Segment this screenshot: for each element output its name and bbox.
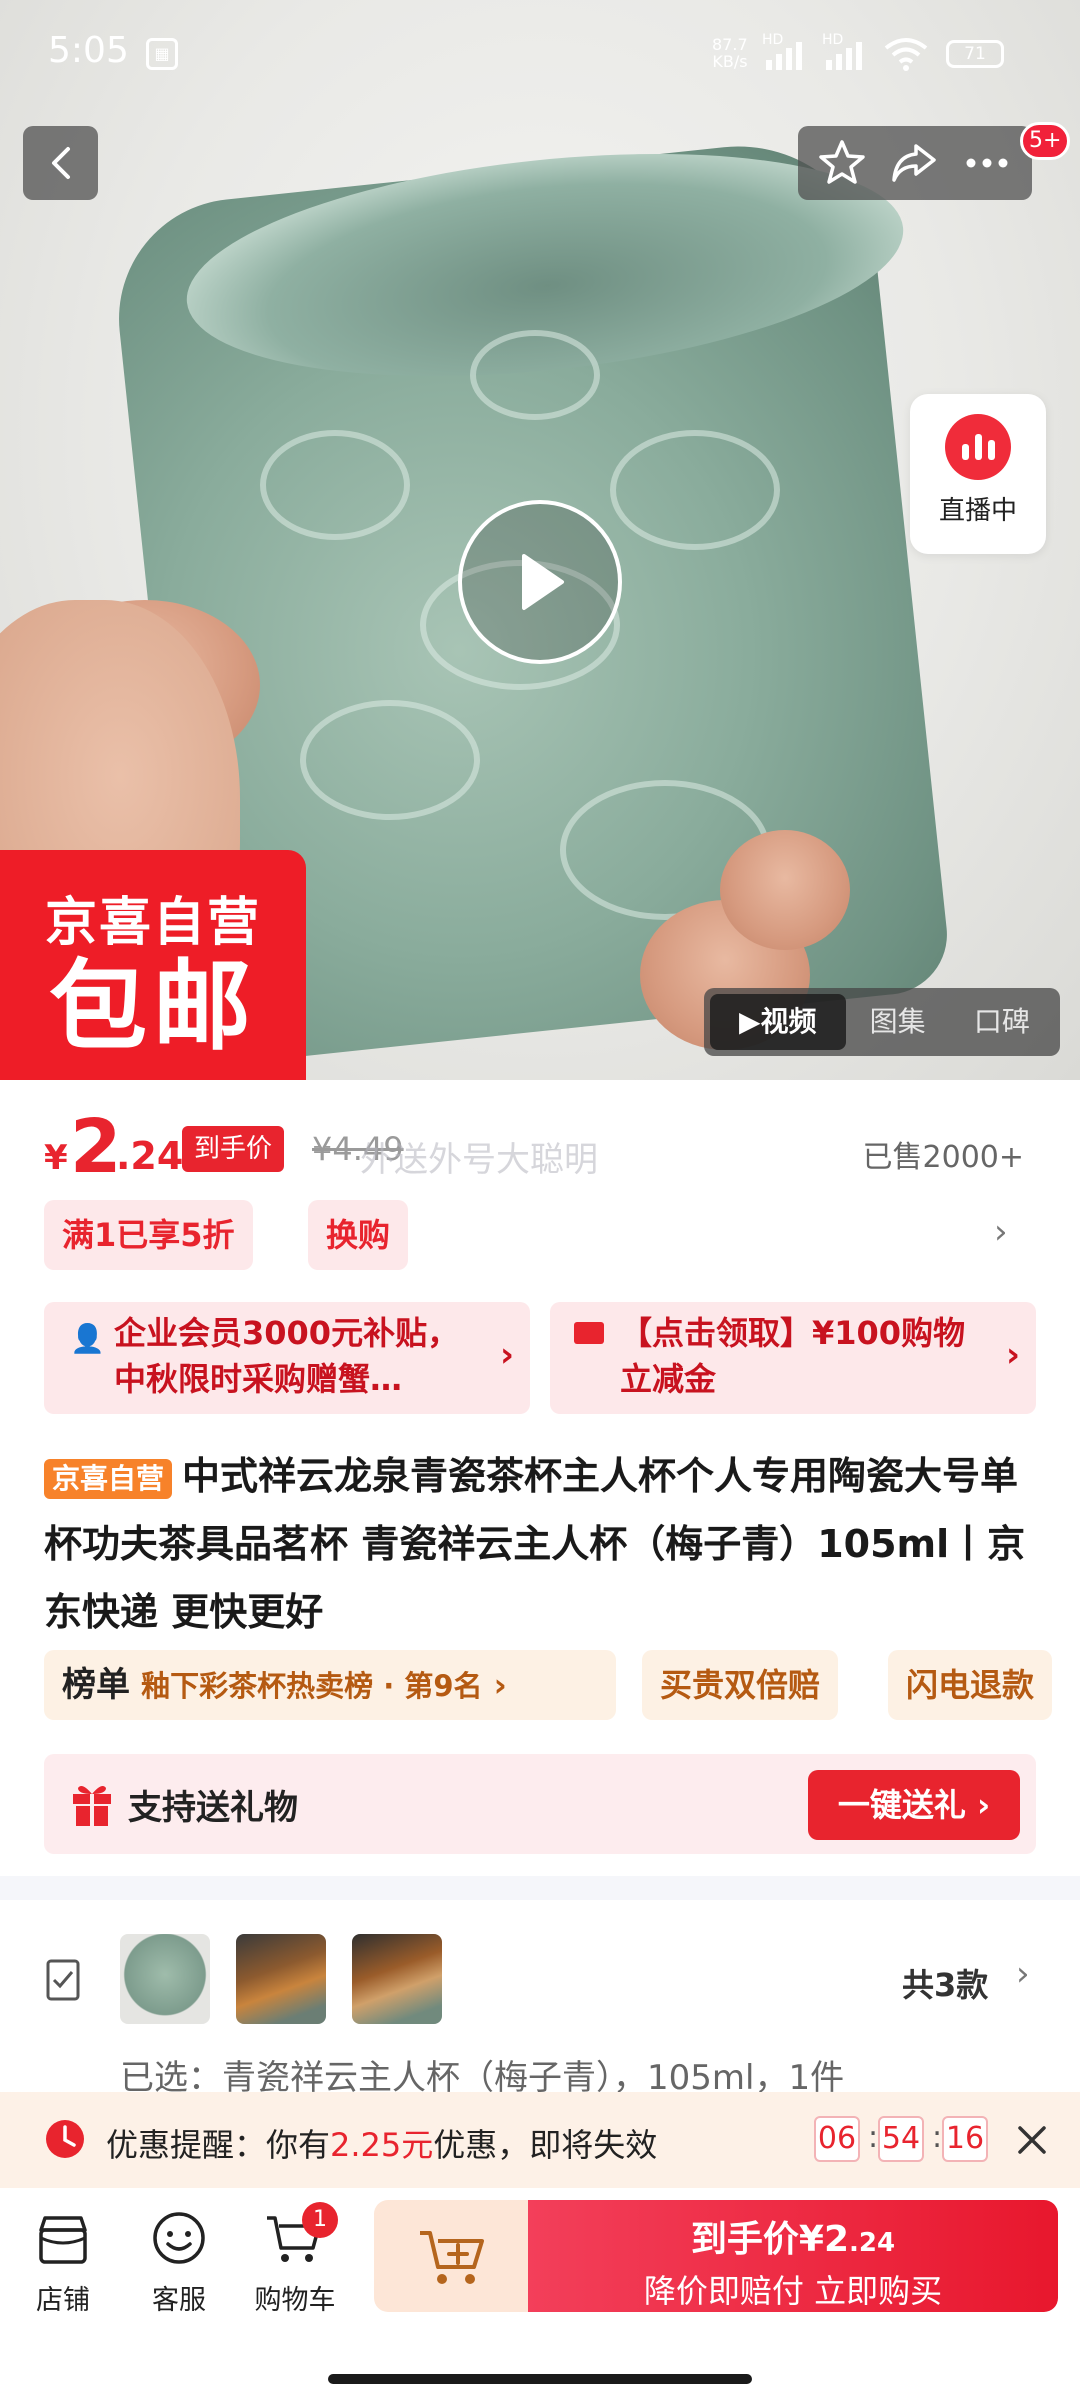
buy-now-button[interactable]: 到手价¥2.24 降价即赔付 立即购买 <box>528 2200 1058 2312</box>
card-icon <box>574 1322 604 1344</box>
add-to-cart-button[interactable] <box>374 2200 530 2312</box>
wifi-icon <box>884 38 928 71</box>
flash-refund-chip[interactable]: 闪电退款 <box>888 1650 1053 1720</box>
tab-reviews[interactable]: 口碑 <box>950 994 1054 1050</box>
share-icon[interactable] <box>888 138 940 188</box>
variant-thumb-1[interactable] <box>120 1934 210 2024</box>
coupon-enterprise[interactable]: 👤 企业会员3000元补贴，中秋限时采购赠蟹… › <box>44 1302 530 1414</box>
promo-line1: 京喜自营 <box>44 893 261 953</box>
watermark: 外送外号大聪明 <box>360 1140 598 1180</box>
media-tabs: ▶视频 图集 口碑 <box>704 988 1060 1056</box>
buy-price-line: 到手价¥2.24 <box>690 2219 896 2260</box>
more-icon[interactable] <box>961 138 1013 188</box>
price-currency: ¥ <box>44 1138 68 1178</box>
clock-icon <box>46 2120 84 2158</box>
star-icon[interactable] <box>817 138 867 188</box>
tab-gallery[interactable]: 图集 <box>846 994 950 1050</box>
checklist-icon <box>46 1959 80 2001</box>
play-icon <box>522 554 564 610</box>
self-operated-badge: 京喜自营 <box>44 1458 173 1499</box>
section-divider <box>0 1876 1080 1900</box>
add-cart-icon <box>420 2231 484 2284</box>
reminder-text: 优惠提醒：你有2.25元优惠，即将失效 <box>106 2126 658 2164</box>
promo-chips: 满1已享5折 换购 › <box>44 1200 1044 1272</box>
discount-chip[interactable]: 满1已享5折 <box>44 1200 253 1270</box>
buy-subtitle: 降价即赔付 立即购买 <box>643 2272 943 2310</box>
store-icon <box>39 2216 87 2264</box>
chevron-right-icon[interactable]: › <box>994 1212 1008 1252</box>
variant-thumb-3[interactable] <box>352 1934 442 2024</box>
nav-cart[interactable]: 购物车 1 <box>240 2202 350 2317</box>
nav-service[interactable]: 客服 <box>124 2210 234 2317</box>
play-video-button[interactable] <box>458 500 622 664</box>
nav-store[interactable]: 店铺 <box>8 2210 118 2317</box>
coupon-enterprise-text: 企业会员3000元补贴，中秋限时采购赠蟹… <box>114 1314 460 1398</box>
final-price-tag: 到手价 <box>182 1126 285 1172</box>
live-icon <box>945 414 1011 480</box>
variant-selector[interactable]: 共3款 › 已选：青瓷祥云主人杯（梅子青），105ml，1件 <box>0 1900 1080 2100</box>
home-indicator[interactable] <box>328 2374 752 2384</box>
status-time: 5:05 <box>48 30 129 71</box>
variant-thumb-2[interactable] <box>236 1934 326 2024</box>
tab-video[interactable]: ▶视频 <box>710 994 846 1050</box>
coupon-shopping-text: 【点击领取】¥100购物立减金 <box>620 1314 966 1398</box>
countdown-minutes: 54 <box>878 2116 924 2162</box>
send-gift-button[interactable]: 一键送礼 › <box>808 1770 1020 1840</box>
signal-icon-1 <box>766 40 802 70</box>
cart-badge: 1 <box>302 2202 338 2238</box>
battery-icon: 71 <box>946 40 1004 68</box>
person-icon: 👤 <box>70 1322 105 1355</box>
network-speed: 87.7 KB/s <box>712 35 748 71</box>
bottom-action-bar: 店铺 客服 购物车 1 到手价¥2.24 降价即赔付 立即购买 <box>0 2188 1080 2400</box>
double-compensation-chip[interactable]: 买贵双倍赔 <box>642 1650 839 1720</box>
play-small-icon: ▶ <box>738 1005 761 1038</box>
live-stream-button[interactable]: 直播中 <box>910 394 1046 554</box>
sold-count: 已售2000+ <box>862 1140 1024 1175</box>
countdown-seconds: 16 <box>942 2116 988 2162</box>
chevron-right-icon: › <box>1016 1954 1030 1994</box>
product-title-text: 中式祥云龙泉青瓷茶杯主人杯个人专用陶瓷大号单杯功夫茶具品茗杯 青瓷祥云主人杯（梅… <box>44 1454 1026 1634</box>
countdown-hours: 06 <box>814 2116 860 2162</box>
price-decimal: .24 <box>116 1134 184 1178</box>
ranking-chip[interactable]: 榜单 釉下彩茶杯热卖榜 · 第9名 › <box>44 1650 616 1720</box>
discount-reminder: 优惠提醒：你有2.25元优惠，即将失效 06 : 54 : 16 <box>0 2092 1080 2188</box>
promo-banner: 京喜自营 包邮 <box>0 850 306 1080</box>
promo-line2: 包邮 <box>48 950 257 1064</box>
service-icon <box>153 2212 205 2264</box>
notification-app-icon: ▦ <box>146 38 178 70</box>
gift-bar: 支持送礼物 一键送礼 › <box>44 1754 1036 1854</box>
signal-icon-2 <box>826 40 862 70</box>
live-label: 直播中 <box>938 496 1017 526</box>
chevron-left-icon <box>51 147 70 179</box>
product-page: 5:05 ▦ 87.7 KB/s HD HD 71 5+ 直播中 京喜自营 包邮… <box>0 0 1080 2400</box>
price-row: ¥ 2 .24 到手价 ¥4.49 外送外号大聪明 已售2000+ <box>44 1104 1044 1190</box>
top-actions <box>798 126 1032 200</box>
gift-icon <box>73 1786 111 1826</box>
rank-row: 榜单 釉下彩茶杯热卖榜 · 第9名 › 买贵双倍赔 闪电退款 <box>44 1650 1080 1722</box>
exchange-chip[interactable]: 换购 <box>308 1200 409 1270</box>
variant-count: 共3款 <box>902 1966 989 2004</box>
back-button[interactable] <box>23 126 98 200</box>
status-bar: 5:05 ▦ 87.7 KB/s HD HD 71 <box>0 0 1080 110</box>
product-title: 京喜自营 中式祥云龙泉青瓷茶杯主人杯个人专用陶瓷大号单杯功夫茶具品茗杯 青瓷祥云主… <box>44 1442 1044 1646</box>
chevron-right-icon: › <box>1005 1335 1020 1375</box>
message-badge: 5+ <box>1020 122 1071 160</box>
gift-label: 支持送礼物 <box>128 1788 298 1828</box>
close-icon[interactable] <box>1014 2122 1050 2158</box>
chevron-right-icon: › <box>499 1335 514 1375</box>
coupon-shopping[interactable]: 【点击领取】¥100购物立减金 › <box>550 1302 1036 1414</box>
price-integer: 2 <box>70 1104 122 1190</box>
